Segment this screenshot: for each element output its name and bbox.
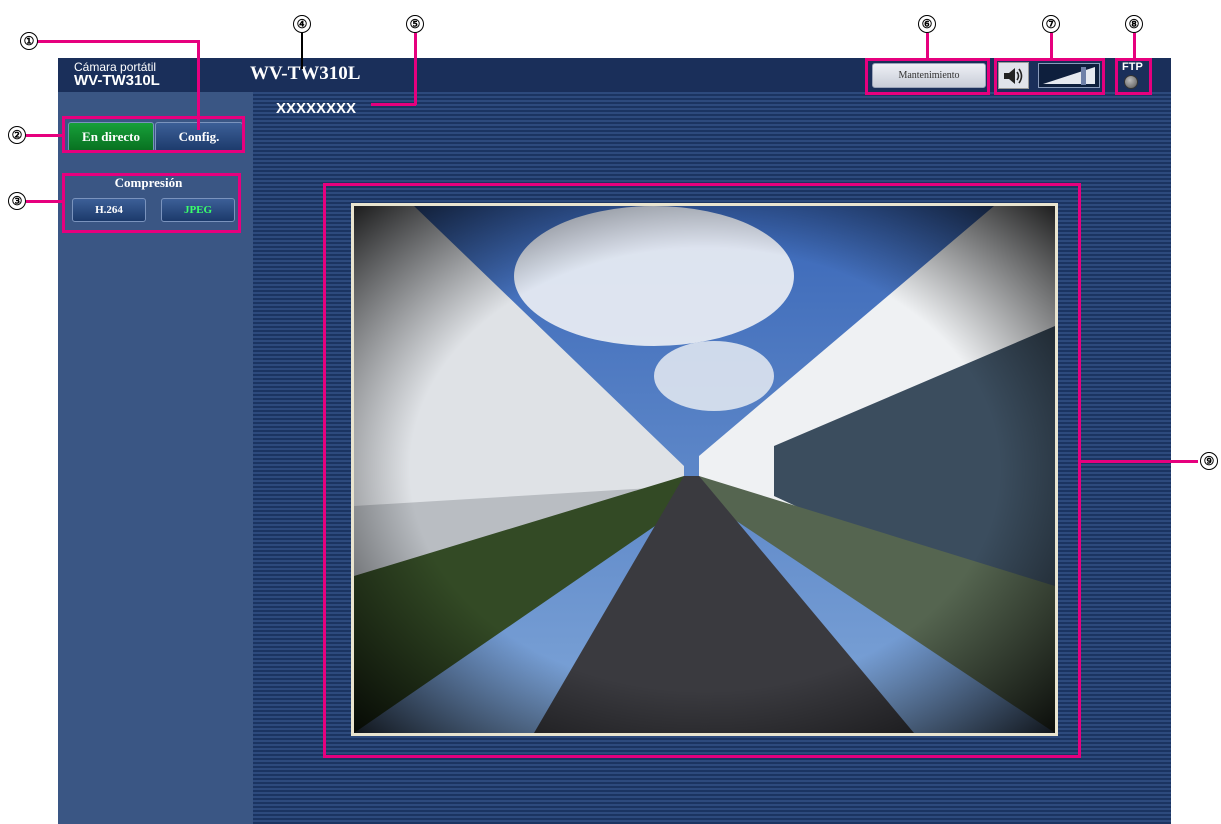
callout-9: ⑨	[1200, 452, 1218, 470]
callout-5: ⑤	[406, 15, 424, 33]
highlight-volume	[994, 58, 1105, 95]
leader-line-6	[926, 33, 929, 59]
highlight-video	[323, 183, 1081, 758]
camera-name: XXXXXXXX	[276, 100, 357, 117]
camera-title: WV-TW310L	[250, 63, 361, 84]
callout-3: ③	[8, 192, 26, 210]
leader-line-1b	[197, 40, 200, 130]
leader-line-5	[371, 103, 416, 106]
leader-line-8	[1133, 33, 1136, 59]
leader-line-4	[301, 33, 303, 69]
callout-2: ②	[8, 126, 26, 144]
leader-line-3	[26, 200, 62, 203]
callout-1: ①	[20, 32, 38, 50]
highlight-nav-buttons	[62, 116, 245, 153]
leader-line-7	[1050, 33, 1053, 59]
highlight-compression	[62, 173, 241, 233]
callout-4: ④	[293, 15, 311, 33]
leader-line-9	[1081, 460, 1198, 463]
device-model-label: WV-TW310L	[74, 72, 160, 89]
callout-6: ⑥	[918, 15, 936, 33]
callout-8: ⑧	[1125, 15, 1143, 33]
highlight-ftp	[1115, 58, 1152, 95]
highlight-maintenance	[865, 58, 990, 95]
leader-line-5b	[414, 33, 417, 105]
leader-line-2	[26, 134, 62, 137]
callout-7: ⑦	[1042, 15, 1060, 33]
leader-line-1	[29, 40, 200, 43]
